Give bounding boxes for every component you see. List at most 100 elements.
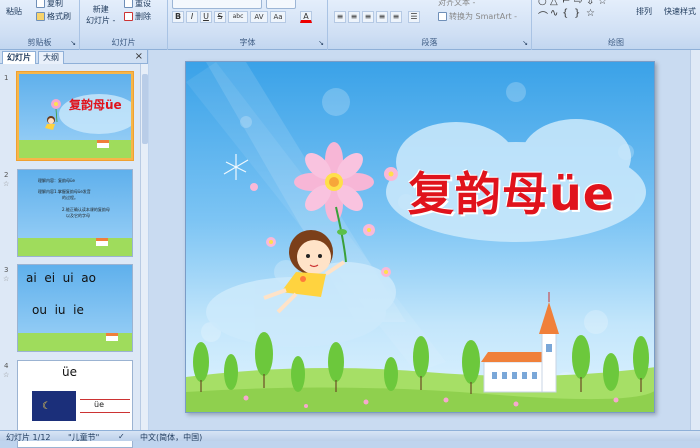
change-case-button[interactable]: Aa: [270, 11, 286, 23]
thumb-2-line: 理解内容1.掌握复韵母üe发音: [38, 189, 91, 194]
paragraph-group: 对齐文本 - ≡ ≡ ≡ ≡ ≡ ☰ 转换为 SmartArt - 段落 ↘: [328, 0, 532, 50]
shape-arrow-down-icon[interactable]: ⇩: [586, 0, 594, 7]
church: [481, 292, 559, 393]
font-size-box[interactable]: [266, 0, 296, 9]
drawing-group: ○ △ ⌐ ⇨ ⇩ ☆ ⌒ ∿ { } ☆ 排列 快速样式 绘图: [532, 0, 700, 50]
shape-triangle-icon[interactable]: △: [550, 0, 558, 7]
thumb-church: [97, 140, 109, 148]
shape-brace-left-icon[interactable]: {: [562, 8, 568, 19]
tab-slides[interactable]: 幻灯片: [2, 51, 36, 64]
reset-button[interactable]: 重设: [124, 0, 151, 9]
align-center-button[interactable]: ≡: [348, 11, 360, 23]
thumb-2-line: 2.能正确认读本课的复韵母: [62, 207, 110, 212]
panel-scrollbar[interactable]: [140, 64, 148, 430]
clipboard-group-label: 剪贴板: [27, 38, 52, 47]
shape-arc-icon[interactable]: ⌒: [538, 8, 548, 23]
font-color-button[interactable]: A: [300, 11, 312, 23]
language-indicator[interactable]: 中文(简体，中国): [140, 432, 202, 443]
close-icon[interactable]: ×: [135, 51, 143, 62]
tab-outline[interactable]: 大纲: [38, 51, 64, 64]
new-slide-label-2: 幻灯片 -: [86, 16, 116, 25]
shape-brace-right-icon[interactable]: }: [574, 8, 580, 19]
delete-icon: [124, 12, 133, 21]
font-name-box[interactable]: [172, 0, 262, 9]
shape-star2-icon[interactable]: ☆: [586, 8, 595, 19]
thumb-church: [106, 333, 118, 341]
ribbon: 粘贴 复制 格式刷 剪贴板 ↘ 新建 幻灯片 - 重设 删除 幻灯片 B I U…: [0, 0, 700, 50]
thumb-number: 2: [4, 171, 9, 179]
arrange-button[interactable]: 排列: [636, 6, 652, 17]
reset-icon: [124, 0, 133, 8]
strikethrough-button[interactable]: S: [214, 11, 226, 23]
format-painter-icon: [36, 12, 45, 21]
thumb-2-line: 的过程。: [62, 195, 78, 200]
reset-label: 重设: [135, 0, 151, 8]
italic-button[interactable]: I: [186, 11, 198, 23]
char-spacing-button[interactable]: AV: [250, 11, 268, 23]
new-slide-label-1: 新建: [92, 5, 109, 14]
copy-button[interactable]: 复制: [36, 0, 63, 9]
font-group: B I U S abc AV Aa A 字体 ↘: [168, 0, 328, 50]
thumb-church: [96, 238, 108, 246]
shape-wave-icon[interactable]: ∿: [550, 8, 558, 19]
format-painter-label: 格式刷: [47, 12, 71, 21]
theme-name: "儿童节": [68, 433, 100, 442]
underline-button[interactable]: U: [200, 11, 212, 23]
align-text-label: 对齐文本 -: [438, 0, 476, 7]
align-right-button[interactable]: ≡: [362, 11, 374, 23]
copy-icon: [36, 0, 45, 8]
panel-scroll-thumb[interactable]: [142, 74, 148, 144]
quick-styles-label: 快速样式: [664, 7, 696, 16]
thumb-4-writing-lines: üe: [80, 399, 130, 413]
editor-scrollbar[interactable]: [690, 50, 700, 430]
copy-label: 复制: [47, 0, 63, 8]
status-bar: 幻灯片 1/12 "儿童节" ✓ 中文(简体，中国): [0, 430, 700, 443]
shape-star-icon[interactable]: ☆: [598, 0, 607, 7]
paste-label: 粘贴: [6, 7, 22, 16]
clipboard-group: 粘贴 复制 格式刷 剪贴板 ↘: [0, 0, 80, 50]
animation-star-icon: ☆: [3, 275, 10, 283]
slide-thumbnail-1[interactable]: 复韵母üe: [16, 71, 134, 161]
thumb-4-line-2: üe: [94, 400, 104, 409]
slide-counter: 幻灯片 1/12: [6, 433, 51, 442]
align-left-button[interactable]: ≡: [334, 11, 346, 23]
paragraph-launcher-icon[interactable]: ↘: [522, 39, 528, 47]
delete-label: 删除: [135, 12, 151, 21]
moon-icon: ☾: [42, 401, 51, 412]
slide-thumbnail-3[interactable]: ai ei ui ao ou iu ie: [17, 264, 133, 352]
animation-star-icon: ☆: [3, 180, 10, 188]
spellcheck-icon[interactable]: ✓: [118, 432, 125, 441]
slide-thumbnail-2[interactable]: 理解内容：复韵母üe 理解内容1.掌握复韵母üe发音 的过程。 2.能正确认读本…: [17, 169, 133, 257]
thumb-4-line-1: üe: [62, 365, 77, 379]
thumb-grass: [18, 238, 132, 256]
font-launcher-icon[interactable]: ↘: [318, 39, 324, 47]
format-painter-button[interactable]: 格式刷: [36, 11, 71, 22]
drawing-group-label: 绘图: [608, 38, 624, 47]
shape-bracket-icon[interactable]: ⌐: [562, 0, 570, 7]
shape-arrow-right-icon[interactable]: ⇨: [574, 0, 582, 7]
paragraph-group-label: 段落: [421, 38, 438, 47]
clipboard-launcher-icon[interactable]: ↘: [70, 39, 76, 47]
thumb-2-line: 以及它的字母: [66, 213, 90, 218]
thumb-2-title: 理解内容：复韵母üe: [38, 178, 75, 183]
justify-button[interactable]: ≡: [376, 11, 388, 23]
current-slide[interactable]: 复韵母üe: [185, 61, 655, 413]
bold-button[interactable]: B: [172, 11, 184, 23]
delete-slide-button[interactable]: 删除: [124, 11, 151, 22]
new-slide-button[interactable]: 新建 幻灯片 -: [86, 4, 115, 26]
slide-title[interactable]: 复韵母üe: [408, 158, 615, 224]
thumb-number: 4: [4, 362, 9, 370]
align-text-button[interactable]: 对齐文本 -: [438, 0, 475, 8]
quick-styles-button[interactable]: 快速样式: [664, 6, 696, 17]
smartart-icon: [438, 12, 447, 21]
thumb-number: 1: [4, 74, 9, 82]
shape-oval-icon[interactable]: ○: [538, 0, 547, 7]
thumb-number: 3: [4, 266, 9, 274]
arrange-label: 排列: [636, 7, 652, 16]
columns-button[interactable]: ☰: [408, 11, 420, 23]
shadow-button[interactable]: abc: [228, 11, 248, 23]
slide-background-art: [186, 62, 654, 412]
paste-button[interactable]: 粘贴: [6, 6, 22, 17]
distribute-button[interactable]: ≡: [390, 11, 402, 23]
convert-smartart-button[interactable]: 转换为 SmartArt -: [438, 11, 517, 22]
